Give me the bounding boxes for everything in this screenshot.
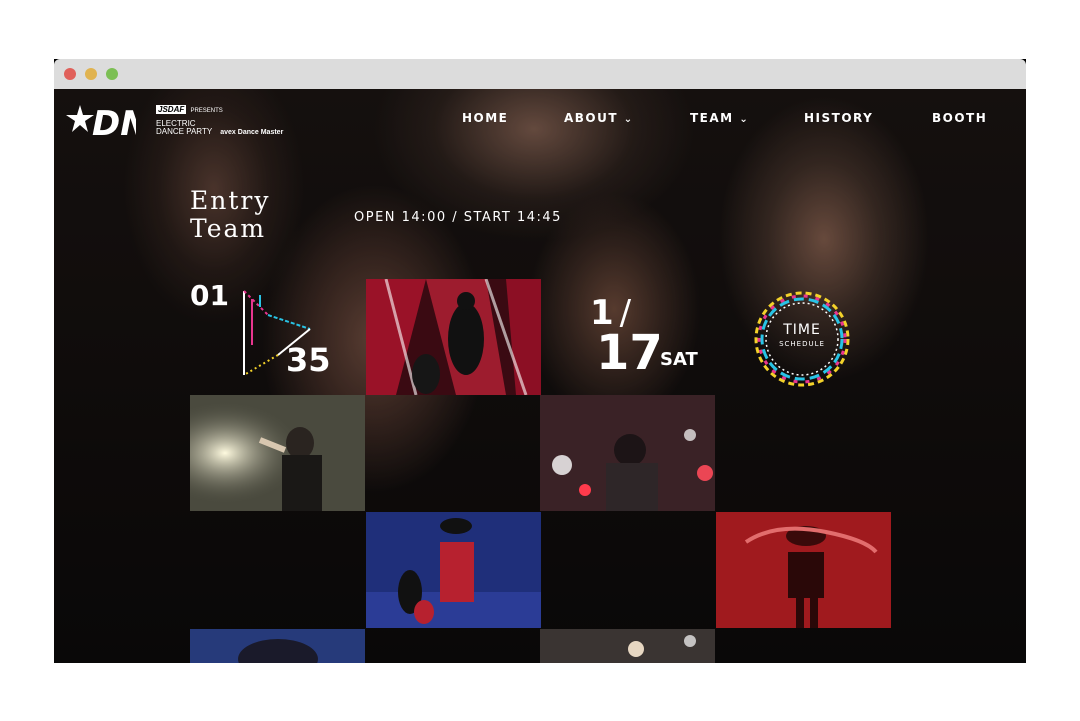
chevron-down-icon: ⌄ xyxy=(739,114,750,125)
jsdaf-logo: JSDAF xyxy=(156,105,187,114)
close-dot[interactable] xyxy=(64,68,76,80)
event-weekday: SAT xyxy=(660,349,698,370)
minimize-dot[interactable] xyxy=(85,68,97,80)
chevron-down-icon: ⌄ xyxy=(623,114,634,125)
page-title: Entry Team xyxy=(190,186,271,243)
avex-logo: avex Dance Master xyxy=(220,129,284,136)
schedule-subtitle: SCHEDULE xyxy=(779,340,825,348)
schedule-title: TIME xyxy=(783,322,821,338)
team-photo-tile[interactable] xyxy=(540,629,715,663)
svg-text:DN: DN xyxy=(92,104,136,141)
nav-history[interactable]: HISTORY xyxy=(804,111,873,125)
team-photo-tile[interactable] xyxy=(190,395,365,511)
nav-home[interactable]: HOME xyxy=(462,111,508,125)
slide-total: 35 xyxy=(286,341,331,379)
browser-chrome xyxy=(54,59,1026,89)
nav-booth[interactable]: BOOTH xyxy=(932,111,987,125)
browser-window: DN JSDAF PRESENTS ELECTRIC DANCE PARTY a… xyxy=(54,59,1026,663)
slide-current: 01 xyxy=(190,279,229,312)
event-day: 17 xyxy=(596,325,663,381)
maximize-dot[interactable] xyxy=(106,68,118,80)
nav-team[interactable]: TEAM ⌄ xyxy=(690,111,749,125)
site-logo[interactable]: DN xyxy=(66,101,149,144)
team-photo-tile[interactable] xyxy=(366,279,541,395)
team-photo-tile[interactable] xyxy=(190,629,365,663)
team-photo-tile[interactable] xyxy=(540,395,715,511)
nav-about[interactable]: ABOUT ⌄ xyxy=(564,111,634,125)
sponsor-block: JSDAF PRESENTS ELECTRIC DANCE PARTY avex… xyxy=(156,105,284,136)
page-viewport: DN JSDAF PRESENTS ELECTRIC DANCE PARTY a… xyxy=(54,89,1026,663)
team-photo-tile[interactable] xyxy=(366,512,541,628)
time-schedule-button[interactable] xyxy=(752,289,852,389)
team-photo-tile[interactable] xyxy=(716,512,891,628)
event-times: OPEN 14:00 / START 14:45 xyxy=(354,210,562,225)
